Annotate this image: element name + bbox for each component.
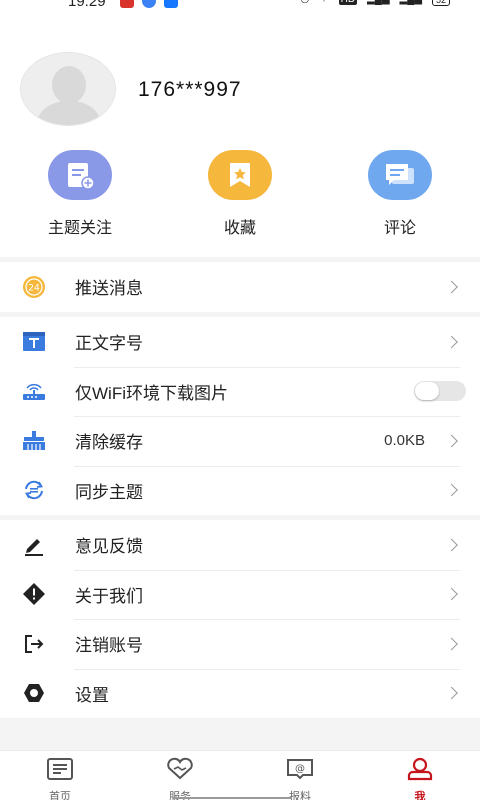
broom-icon bbox=[20, 427, 48, 455]
chevron-right-icon bbox=[445, 483, 458, 497]
menu-item-sync-topics[interactable]: 同步主题 bbox=[0, 465, 480, 516]
home-indicator bbox=[172, 797, 292, 799]
menu-item-label: 正文字号 bbox=[75, 334, 143, 354]
menu-group-push: 24 推送消息 bbox=[0, 262, 480, 312]
menu-item-label: 注销账号 bbox=[75, 636, 143, 656]
app-notification-icon bbox=[120, 0, 134, 8]
status-bar: 19:29 ◷ ⌔ HD ▂▄▆ ▂▄▆ 52 bbox=[0, 0, 480, 12]
username[interactable]: 176***997 bbox=[138, 78, 242, 102]
profile-header: 176***997 主题关注 收藏 评论 bbox=[0, 12, 480, 257]
menu-group-reading: 正文字号 仅WiFi环境下载图片 清除缓存 0.0KB 同步主题 bbox=[0, 317, 480, 515]
chevron-right-icon bbox=[445, 538, 458, 552]
profile-icon bbox=[407, 757, 433, 781]
quick-action-favorites[interactable]: 收藏 bbox=[180, 150, 300, 238]
toggle-knob bbox=[415, 382, 439, 401]
menu-item-label: 同步主题 bbox=[75, 482, 143, 502]
tab-service[interactable]: 服务 bbox=[120, 757, 240, 800]
font-size-icon bbox=[20, 328, 48, 356]
signal-icon: ▂▄▆ bbox=[400, 0, 422, 5]
chevron-right-icon bbox=[445, 335, 458, 349]
menu-item-font-size[interactable]: 正文字号 bbox=[0, 317, 480, 367]
chevron-right-icon bbox=[445, 587, 458, 601]
menu-item-label: 仅WiFi环境下载图片 bbox=[75, 383, 228, 403]
sync-icon bbox=[20, 476, 48, 504]
info-diamond-icon bbox=[20, 580, 48, 608]
menu-item-label: 设置 bbox=[75, 685, 109, 705]
tab-report[interactable]: @ 报料 bbox=[240, 757, 360, 800]
status-notification-icons bbox=[120, 0, 178, 8]
menu-group-account: 意见反馈 关于我们 注销账号 设置 bbox=[0, 520, 480, 718]
menu-item-settings[interactable]: 设置 bbox=[0, 668, 480, 719]
menu-item-cancel-account[interactable]: 注销账号 bbox=[0, 619, 480, 669]
favorites-icon bbox=[208, 150, 272, 200]
menu-item-label: 意见反馈 bbox=[75, 537, 143, 557]
menu-item-label: 清除缓存 bbox=[75, 433, 143, 453]
report-icon: @ bbox=[287, 759, 313, 780]
chevron-right-icon bbox=[445, 280, 458, 294]
chevron-right-icon bbox=[445, 637, 458, 651]
service-heart-icon bbox=[167, 757, 193, 780]
router-icon bbox=[20, 377, 48, 405]
menu-item-label: 推送消息 bbox=[75, 279, 143, 299]
menu-item-wifi-only-images: 仅WiFi环境下载图片 bbox=[0, 366, 480, 417]
tab-label: 我 bbox=[414, 791, 426, 800]
wifi-icon: ⌔ bbox=[319, 0, 328, 6]
edit-pen-icon bbox=[20, 531, 48, 559]
status-indicators: ◷ ⌔ HD ▂▄▆ ▂▄▆ 52 bbox=[300, 0, 450, 6]
quick-action-topic-follow[interactable]: 主题关注 bbox=[20, 150, 140, 238]
chevron-right-icon bbox=[445, 434, 458, 448]
menu-item-feedback[interactable]: 意见反馈 bbox=[0, 520, 480, 570]
signal-icon: ▂▄▆ bbox=[367, 0, 389, 5]
default-avatar-icon bbox=[21, 53, 115, 125]
menu-item-clear-cache[interactable]: 清除缓存 0.0KB bbox=[0, 416, 480, 466]
chevron-right-icon bbox=[445, 686, 458, 700]
tab-me[interactable]: 我 bbox=[360, 757, 480, 800]
topic-follow-icon bbox=[48, 150, 112, 200]
quick-action-label: 收藏 bbox=[223, 220, 256, 237]
quick-action-label: 评论 bbox=[383, 220, 416, 237]
battery-icon: 52 bbox=[431, 0, 450, 6]
svg-text:@: @ bbox=[295, 764, 305, 775]
comment-icon bbox=[368, 150, 432, 200]
hd-icon: HD bbox=[338, 0, 358, 5]
tab-label: 首页 bbox=[49, 791, 71, 800]
menu-item-about[interactable]: 关于我们 bbox=[0, 569, 480, 620]
cache-size-value: 0.0KB bbox=[384, 432, 425, 450]
avatar[interactable] bbox=[20, 52, 116, 126]
svg-text:24: 24 bbox=[28, 283, 40, 293]
menu-item-label: 关于我们 bbox=[75, 586, 143, 606]
wifi-only-toggle[interactable] bbox=[414, 381, 466, 402]
alarm-icon: ◷ bbox=[300, 0, 309, 5]
bottom-tab-bar: 首页 服务 @ 报料 我 bbox=[0, 750, 480, 800]
gear-icon bbox=[20, 679, 48, 707]
alipay-notification-icon bbox=[164, 0, 178, 8]
logout-icon bbox=[20, 630, 48, 658]
status-time: 19:29 bbox=[68, 0, 106, 10]
app-notification-icon bbox=[142, 0, 156, 8]
quick-action-label: 主题关注 bbox=[47, 220, 112, 237]
menu-item-push[interactable]: 24 推送消息 bbox=[0, 262, 480, 312]
quick-action-comments[interactable]: 评论 bbox=[340, 150, 460, 238]
tab-home[interactable]: 首页 bbox=[0, 757, 120, 800]
home-news-icon bbox=[47, 758, 73, 780]
push-24-icon: 24 bbox=[20, 273, 48, 301]
